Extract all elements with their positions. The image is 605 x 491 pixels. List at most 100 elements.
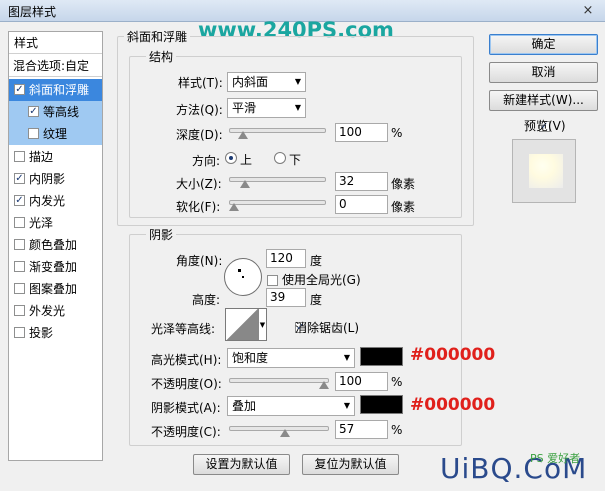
shadow-mode-select[interactable]: 叠加 ▼ xyxy=(227,396,355,416)
list-item-pattern-overlay[interactable]: 图案叠加 xyxy=(9,278,102,300)
shadow-opacity-input[interactable]: 57 xyxy=(335,420,388,439)
list-item-label: 投影 xyxy=(29,326,54,340)
soften-label: 软化(F): xyxy=(176,200,221,214)
soften-slider[interactable] xyxy=(229,200,326,205)
style-select[interactable]: 内斜面 ▼ xyxy=(227,72,306,92)
list-item-inner-glow[interactable]: ✓ 内发光 xyxy=(9,190,102,212)
checkbox-icon[interactable] xyxy=(14,151,25,162)
close-icon[interactable]: × xyxy=(577,2,599,19)
preview-thumbnail xyxy=(512,139,576,203)
list-item-label: 描边 xyxy=(29,150,54,164)
checkbox-icon[interactable] xyxy=(14,261,25,272)
reset-default-button[interactable]: 复位为默认值 xyxy=(302,454,399,475)
list-item-inner-shadow[interactable]: ✓ 内阴影 xyxy=(9,168,102,190)
angle-input[interactable]: 120 xyxy=(266,249,306,268)
global-light-label: 使用全局光(G) xyxy=(282,273,361,287)
make-default-button[interactable]: 设置为默认值 xyxy=(193,454,290,475)
list-item-label: 图案叠加 xyxy=(29,282,78,296)
soften-input[interactable]: 0 xyxy=(335,195,388,214)
shadow-opacity-thumb[interactable] xyxy=(280,429,291,437)
size-slider-thumb[interactable] xyxy=(240,180,251,188)
shading-title: 阴影 xyxy=(146,226,177,243)
preview-label: 预览(V) xyxy=(524,119,566,133)
antialias-label: 消除锯齿(L) xyxy=(295,321,360,335)
style-select-value: 内斜面 xyxy=(232,75,269,89)
list-item-label: 颜色叠加 xyxy=(29,238,78,252)
direction-down-radio[interactable] xyxy=(274,152,286,164)
list-item-label: 光泽 xyxy=(29,216,54,230)
list-item-bevel[interactable]: ✓ 斜面和浮雕 xyxy=(9,79,102,101)
depth-label: 深度(D): xyxy=(176,128,223,142)
depth-slider-thumb[interactable] xyxy=(237,131,248,139)
altitude-input[interactable]: 39 xyxy=(266,288,306,307)
technique-select-value: 平滑 xyxy=(232,101,257,115)
checkbox-icon[interactable] xyxy=(14,283,25,294)
gloss-contour-picker[interactable] xyxy=(225,308,260,341)
style-label: 样式(T): xyxy=(178,76,223,90)
list-item-label: 外发光 xyxy=(29,304,66,318)
checkbox-icon[interactable]: ✓ xyxy=(28,106,39,117)
soften-unit: 像素 xyxy=(391,200,416,214)
bevel-group-title: 斜面和浮雕 xyxy=(124,28,191,45)
size-unit: 像素 xyxy=(391,177,416,191)
checkbox-icon[interactable]: ✓ xyxy=(14,195,25,206)
list-item-texture[interactable]: 纹理 xyxy=(9,123,102,145)
size-label: 大小(Z): xyxy=(176,177,222,191)
depth-input[interactable]: 100 xyxy=(335,123,388,142)
list-item-outer-glow[interactable]: 外发光 xyxy=(9,300,102,322)
list-item-label: 内阴影 xyxy=(29,172,66,186)
list-item-satin[interactable]: 光泽 xyxy=(9,212,102,234)
highlight-opacity-unit: % xyxy=(391,375,403,389)
list-item-drop-shadow[interactable]: 投影 xyxy=(9,322,102,344)
highlight-mode-value: 饱和度 xyxy=(232,351,269,365)
direction-down-label: 下 xyxy=(289,153,302,167)
angle-dial-marker xyxy=(238,269,241,272)
shadow-color-swatch[interactable] xyxy=(360,395,403,414)
list-item-contour[interactable]: ✓ 等高线 xyxy=(9,101,102,123)
highlight-opacity-thumb[interactable] xyxy=(319,381,329,389)
angle-dial[interactable] xyxy=(224,258,262,296)
checkbox-icon[interactable]: ✓ xyxy=(14,173,25,184)
depth-unit: % xyxy=(391,126,403,140)
list-item-gradient-overlay[interactable]: 渐变叠加 xyxy=(9,256,102,278)
direction-up-radio[interactable] xyxy=(225,152,237,164)
checkbox-icon[interactable] xyxy=(28,128,39,139)
checkbox-icon[interactable] xyxy=(14,239,25,250)
list-item-stroke[interactable]: 描边 xyxy=(9,146,102,168)
list-item-label: 渐变叠加 xyxy=(29,260,78,274)
structure-title: 结构 xyxy=(146,48,177,65)
highlight-opacity-slider[interactable] xyxy=(229,378,329,383)
styles-list: 样式 混合选项:自定 ✓ 斜面和浮雕 ✓ 等高线 纹理 描边 ✓ 内阴影 ✓ 内发光 光… xyxy=(8,31,103,461)
window-title: 图层样式 xyxy=(8,5,57,19)
global-light-checkbox[interactable] xyxy=(267,275,278,286)
chevron-down-icon: ▼ xyxy=(343,353,350,362)
new-style-button[interactable]: 新建样式(W)... xyxy=(489,90,598,111)
checkbox-icon[interactable] xyxy=(14,217,25,228)
altitude-label: 高度: xyxy=(192,293,221,307)
chevron-down-icon: ▼ xyxy=(294,77,301,86)
list-item-color-overlay[interactable]: 颜色叠加 xyxy=(9,234,102,256)
shadow-opacity-slider[interactable] xyxy=(229,426,329,431)
technique-select[interactable]: 平滑 ▼ xyxy=(227,98,306,118)
chevron-down-icon[interactable]: ▼ xyxy=(259,308,267,341)
gloss-contour-label: 光泽等高线: xyxy=(151,322,216,336)
blend-options-item[interactable]: 混合选项:自定 xyxy=(9,55,102,77)
altitude-unit: 度 xyxy=(310,293,323,307)
highlight-color-swatch[interactable] xyxy=(360,347,403,366)
checkbox-icon[interactable] xyxy=(14,305,25,316)
angle-dial-center xyxy=(242,276,244,278)
size-input[interactable]: 32 xyxy=(335,172,388,191)
preview-swatch xyxy=(529,154,563,188)
shadow-mode-value: 叠加 xyxy=(232,399,257,413)
highlight-mode-select[interactable]: 饱和度 ▼ xyxy=(227,348,355,368)
highlight-opacity-input[interactable]: 100 xyxy=(335,372,388,391)
ok-button[interactable]: 确定 xyxy=(489,34,598,55)
angle-unit: 度 xyxy=(310,254,323,268)
list-item-label: 纹理 xyxy=(43,127,68,141)
styles-header[interactable]: 样式 xyxy=(9,32,102,54)
checkbox-icon[interactable]: ✓ xyxy=(14,84,25,95)
soften-slider-thumb[interactable] xyxy=(229,203,239,211)
cancel-button[interactable]: 取消 xyxy=(489,62,598,83)
angle-label: 角度(N): xyxy=(176,254,223,268)
checkbox-icon[interactable] xyxy=(14,327,25,338)
